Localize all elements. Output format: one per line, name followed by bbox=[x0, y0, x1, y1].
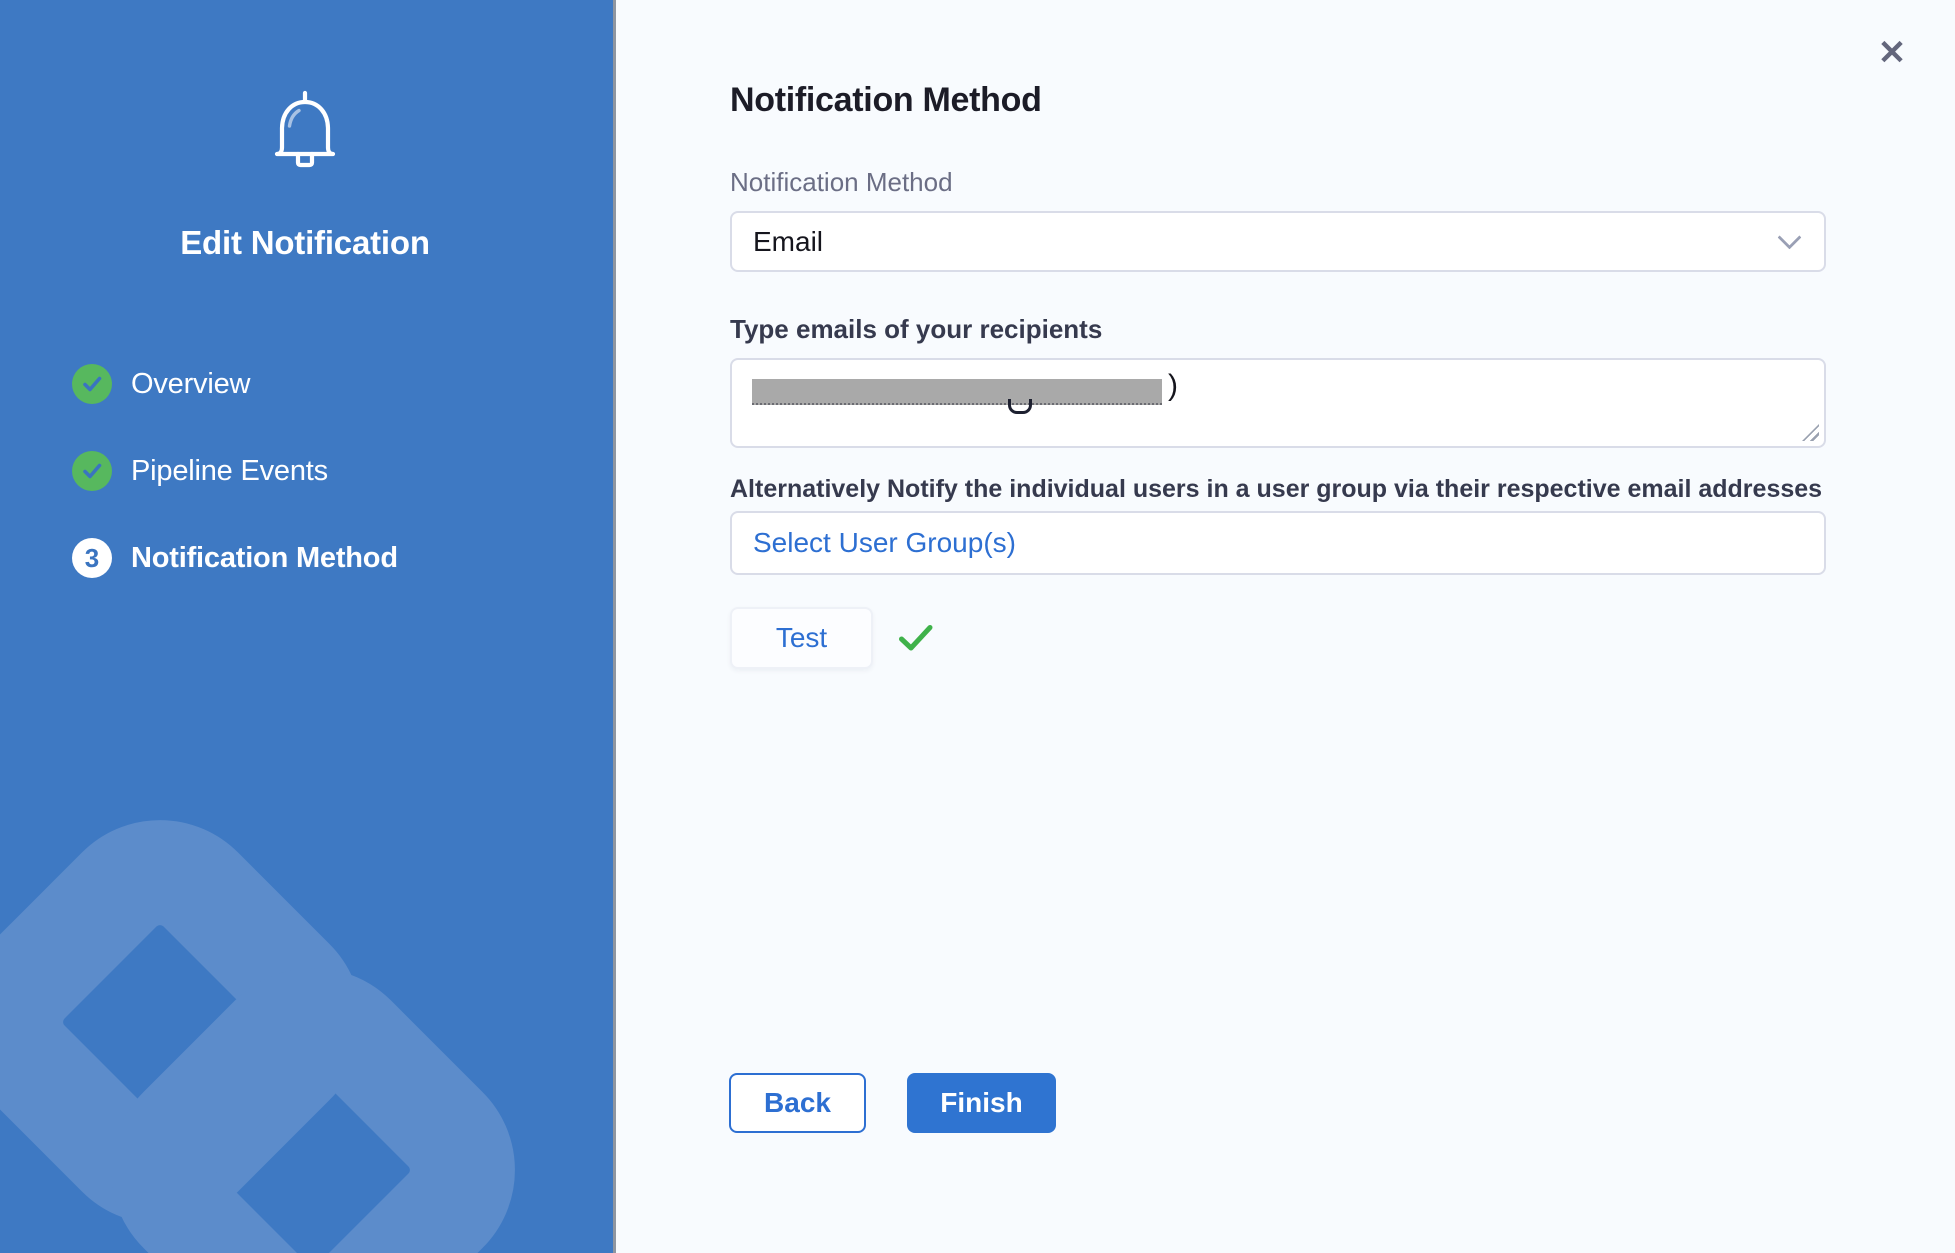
close-icon[interactable]: ✕ bbox=[1869, 30, 1915, 76]
recipients-label: Type emails of your recipients bbox=[730, 314, 1102, 344]
wizard-sidebar: Edit Notification Overview Pipeline Even… bbox=[0, 0, 616, 1253]
step-notification-method[interactable]: 3 Notification Method bbox=[72, 538, 398, 578]
test-button[interactable]: Test bbox=[730, 607, 873, 669]
select-user-groups-button[interactable]: Select User Group(s) bbox=[730, 511, 1826, 575]
resize-grip[interactable] bbox=[1802, 424, 1819, 441]
wizard-title: Edit Notification bbox=[0, 223, 610, 263]
recipients-textarea[interactable]: ) bbox=[730, 358, 1826, 448]
select-user-groups-link: Select User Group(s) bbox=[753, 527, 1016, 559]
notification-method-panel: ✕ Notification Method Notification Metho… bbox=[616, 0, 1955, 1253]
user-group-label: Alternatively Notify the individual user… bbox=[730, 474, 1822, 504]
edit-notification-modal: Edit Notification Overview Pipeline Even… bbox=[0, 0, 1955, 1253]
logo-ring-1 bbox=[0, 775, 407, 1253]
sidebar-header: Edit Notification bbox=[0, 0, 610, 263]
step-number-badge: 3 bbox=[72, 538, 112, 578]
logo-ring-2 bbox=[66, 923, 561, 1253]
step-overview[interactable]: Overview bbox=[72, 364, 398, 404]
at-sign-descender bbox=[1008, 399, 1032, 414]
page-title: Notification Method bbox=[730, 80, 1042, 120]
test-row: Test bbox=[730, 607, 933, 669]
redacted-email-suffix: ) bbox=[1168, 369, 1178, 403]
selected-method-value: Email bbox=[753, 226, 1781, 258]
step-check-icon bbox=[81, 460, 103, 482]
step-label: Overview bbox=[131, 368, 250, 401]
redacted-email-value bbox=[752, 379, 1162, 405]
step-check-icon bbox=[81, 373, 103, 395]
step-label: Pipeline Events bbox=[131, 455, 328, 488]
method-label: Notification Method bbox=[730, 167, 953, 197]
step-label: Notification Method bbox=[131, 542, 398, 575]
test-success-check-icon bbox=[899, 624, 933, 652]
wizard-footer: Back Finish bbox=[729, 1073, 1056, 1133]
bell-icon bbox=[268, 90, 342, 168]
wizard-steps: Overview Pipeline Events 3 Notification … bbox=[72, 364, 398, 578]
chevron-down-icon bbox=[1777, 225, 1801, 249]
step-done-badge bbox=[72, 364, 112, 404]
notification-method-select[interactable]: Email bbox=[730, 211, 1826, 272]
back-button[interactable]: Back bbox=[729, 1073, 866, 1133]
finish-button[interactable]: Finish bbox=[907, 1073, 1056, 1133]
step-done-badge bbox=[72, 451, 112, 491]
step-pipeline-events[interactable]: Pipeline Events bbox=[72, 451, 398, 491]
